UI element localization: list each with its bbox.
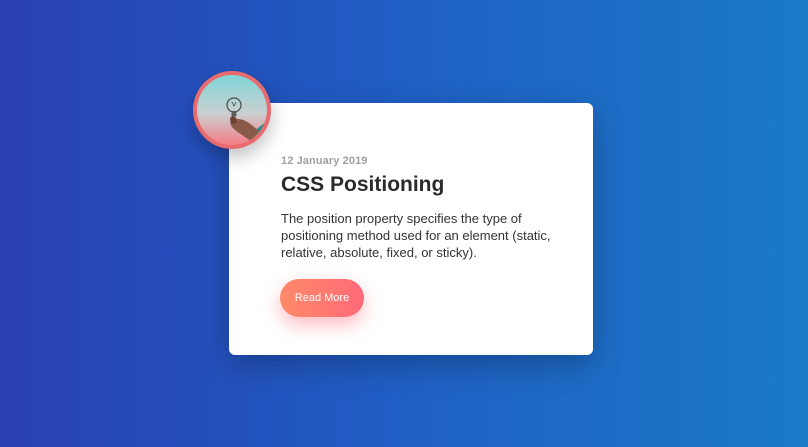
- avatar: [193, 71, 271, 149]
- read-more-button[interactable]: Read More: [280, 279, 364, 317]
- blog-card: 12 January 2019 CSS Positioning The posi…: [229, 103, 593, 355]
- lightbulb-hand-photo-icon: [197, 75, 267, 145]
- post-description: The position property specifies the type…: [281, 211, 551, 261]
- post-date: 12 January 2019: [281, 155, 368, 167]
- card-content: 12 January 2019 CSS Positioning The posi…: [281, 155, 571, 261]
- post-title: CSS Positioning: [281, 173, 445, 196]
